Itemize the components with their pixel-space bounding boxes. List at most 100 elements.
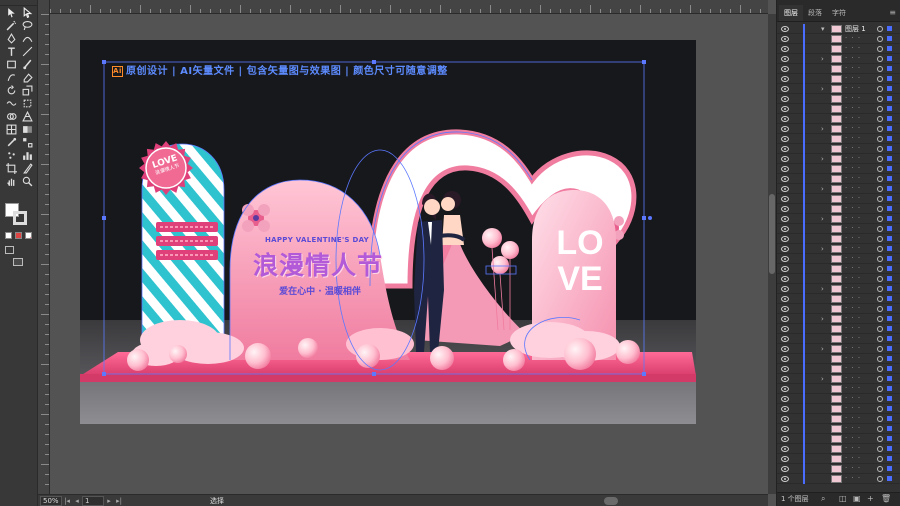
sublayer-row[interactable]: · · · [777,134,900,144]
draw-normal-icon[interactable] [5,246,14,254]
sublayer-row[interactable]: · · · [777,274,900,284]
visibility-eye-icon[interactable] [781,116,789,122]
visibility-eye-icon[interactable] [781,166,789,172]
sublayer-row[interactable]: · · · [777,34,900,44]
visibility-eye-icon[interactable] [781,366,789,372]
zoom-level-field[interactable]: 50% [40,495,62,506]
visibility-eye-icon[interactable] [781,296,789,302]
make-clipping-mask-icon[interactable]: ◫ [839,495,847,503]
target-circle-icon[interactable] [877,436,883,442]
visibility-eye-icon[interactable] [781,326,789,332]
visibility-eye-icon[interactable] [781,186,789,192]
selection-indicator[interactable] [887,436,892,441]
sublayer-row[interactable]: · · · [777,304,900,314]
visibility-eye-icon[interactable] [781,306,789,312]
target-circle-icon[interactable] [877,86,883,92]
blend-tool-icon[interactable] [20,136,34,148]
sublayer-row[interactable]: · · · [777,464,900,474]
target-circle-icon[interactable] [877,476,883,482]
visibility-eye-icon[interactable] [781,36,789,42]
sublayer-row[interactable]: › · · · [777,84,900,94]
free-transform-tool-icon[interactable] [20,97,34,109]
target-circle-icon[interactable] [877,456,883,462]
visibility-eye-icon[interactable] [781,66,789,72]
canvas-area[interactable]: Ai 原创设计 | AI矢量文件 | 包含矢量图与效果图 | 颜色尺寸可随意调整 … [50,14,768,494]
visibility-eye-icon[interactable] [781,396,789,402]
selection-indicator[interactable] [887,146,892,151]
target-circle-icon[interactable] [877,36,883,42]
sublayer-row[interactable]: · · · [777,74,900,84]
expand-chevron-icon[interactable]: ▾ [821,25,825,33]
selection-indicator[interactable] [887,26,892,31]
visibility-eye-icon[interactable] [781,156,789,162]
target-circle-icon[interactable] [877,416,883,422]
sublayer-row[interactable]: › · · · [777,124,900,134]
sublayer-row[interactable]: · · · [777,194,900,204]
target-circle-icon[interactable] [877,286,883,292]
selection-indicator[interactable] [887,376,892,381]
selection-indicator[interactable] [887,106,892,111]
target-circle-icon[interactable] [877,326,883,332]
artboard[interactable]: Ai 原创设计 | AI矢量文件 | 包含矢量图与效果图 | 颜色尺寸可随意调整 … [80,40,696,424]
gradient-tool-icon[interactable] [20,123,34,135]
visibility-eye-icon[interactable] [781,266,789,272]
gradient-mode-icon[interactable] [15,232,22,239]
sublayer-row[interactable]: · · · [777,354,900,364]
artboard-tool-icon[interactable] [4,162,18,174]
target-circle-icon[interactable] [877,426,883,432]
target-circle-icon[interactable] [877,266,883,272]
rotate-tool-icon[interactable] [4,84,18,96]
selection-tool-icon[interactable] [4,6,18,18]
visibility-eye-icon[interactable] [781,466,789,472]
selection-indicator[interactable] [887,306,892,311]
visibility-eye-icon[interactable] [781,96,789,102]
selection-indicator[interactable] [887,36,892,41]
target-circle-icon[interactable] [877,206,883,212]
perspective-grid-tool-icon[interactable] [20,110,34,122]
selection-indicator[interactable] [887,56,892,61]
visibility-eye-icon[interactable] [781,196,789,202]
selection-indicator[interactable] [887,466,892,471]
visibility-eye-icon[interactable] [781,26,789,32]
target-circle-icon[interactable] [877,66,883,72]
selection-indicator[interactable] [887,386,892,391]
none-mode-icon[interactable] [25,232,32,239]
visibility-eye-icon[interactable] [781,446,789,452]
target-circle-icon[interactable] [877,296,883,302]
sublayer-row[interactable]: · · · [777,234,900,244]
selection-indicator[interactable] [887,216,892,221]
sublayer-row[interactable]: · · · [777,104,900,114]
selection-indicator[interactable] [887,366,892,371]
expand-chevron-icon[interactable]: › [821,245,824,253]
color-mode-icon[interactable] [5,232,12,239]
visibility-eye-icon[interactable] [781,126,789,132]
visibility-eye-icon[interactable] [781,46,789,52]
target-circle-icon[interactable] [877,256,883,262]
sublayer-row[interactable]: · · · [777,94,900,104]
target-circle-icon[interactable] [877,316,883,322]
selection-indicator[interactable] [887,296,892,301]
sublayer-row[interactable]: · · · [777,264,900,274]
selection-indicator[interactable] [887,476,892,481]
sublayer-row[interactable]: · · · [777,294,900,304]
sublayer-row[interactable]: · · · [777,204,900,214]
warp-tool-icon[interactable] [4,97,18,109]
sublayer-row[interactable]: › · · · [777,344,900,354]
selection-indicator[interactable] [887,426,892,431]
selection-indicator[interactable] [887,316,892,321]
expand-chevron-icon[interactable]: › [821,155,824,163]
sublayer-row[interactable]: › · · · [777,214,900,224]
delete-layer-icon[interactable]: 🗑 [881,495,891,503]
visibility-eye-icon[interactable] [781,476,789,482]
visibility-eye-icon[interactable] [781,146,789,152]
paintbrush-tool-icon[interactable] [20,58,34,70]
expand-chevron-icon[interactable]: › [821,85,824,93]
selection-indicator[interactable] [887,206,892,211]
visibility-eye-icon[interactable] [781,86,789,92]
sublayer-row[interactable]: · · · [777,414,900,424]
expand-chevron-icon[interactable]: › [821,185,824,193]
sublayer-row[interactable]: · · · [777,334,900,344]
selection-indicator[interactable] [887,136,892,141]
visibility-eye-icon[interactable] [781,236,789,242]
tab-character[interactable]: 字符 [827,5,851,21]
